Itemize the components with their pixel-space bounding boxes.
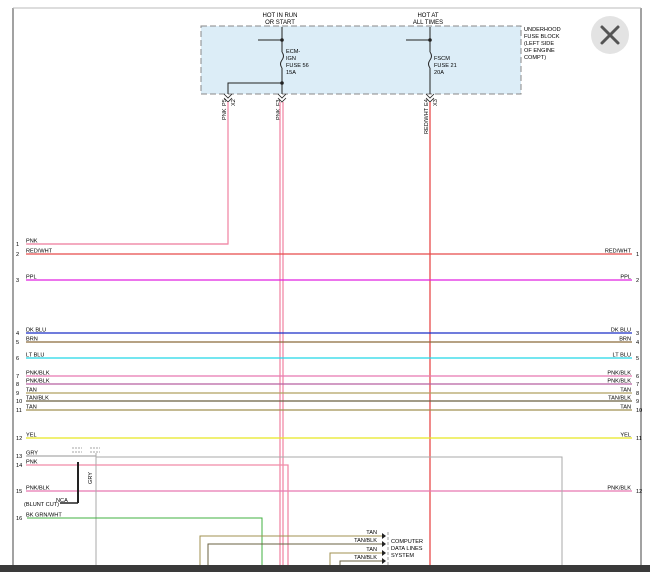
terminal-2-wire: PNK bbox=[276, 108, 282, 120]
circuit-left-number: 16 bbox=[16, 516, 22, 522]
fuse-block-box bbox=[200, 25, 522, 95]
circuit-left-number: 9 bbox=[16, 391, 19, 397]
data-system-label-1: COMPUTER bbox=[391, 539, 423, 545]
circuit-right-number: 5 bbox=[636, 356, 639, 362]
terminal-1-conn: X2 bbox=[231, 99, 237, 106]
fuse1-label-1: ECM- bbox=[286, 49, 300, 55]
circuit-right-number: 1 bbox=[636, 252, 639, 258]
data-arrow-2 bbox=[382, 541, 386, 547]
circuit-right-number: 3 bbox=[636, 331, 639, 337]
terminal-1-pin: P5 bbox=[222, 99, 228, 106]
circuit-right-number: 12 bbox=[636, 489, 642, 495]
fuse-block: HOT IN RUN OR START HOT AT ALL TIMES UND… bbox=[200, 13, 561, 103]
pnk-feed-p5 bbox=[27, 102, 229, 245]
fuse-block-location-4: OF ENGINE bbox=[524, 48, 555, 54]
circuit-left-number: 7 bbox=[16, 374, 19, 380]
circuit-left-number: 3 bbox=[16, 278, 19, 284]
fuse1-label-2: IGN bbox=[286, 56, 296, 62]
circuit-right-label: RED/WHT bbox=[605, 249, 632, 255]
hot-run-label-2: OR START bbox=[265, 20, 295, 26]
circuit-left-number: 2 bbox=[16, 252, 19, 258]
circuit-right-label: BRN bbox=[619, 337, 631, 343]
circuit-right-label: TAN bbox=[620, 388, 631, 394]
hot-always-label-1: HOT AT bbox=[417, 13, 438, 19]
terminal-3-wire: RED/WHT bbox=[424, 107, 430, 134]
terminal-1-wire: PNK bbox=[222, 108, 228, 120]
wiring-diagram: HOT IN RUN OR START HOT AT ALL TIMES UND… bbox=[12, 7, 642, 572]
data-system-label-2: DATA LINES bbox=[391, 546, 423, 552]
circuit-left-number: 13 bbox=[16, 454, 22, 460]
circuit-right-label: TAN/BLK bbox=[608, 396, 631, 402]
fuse2-label-1: FSCM bbox=[434, 56, 450, 62]
fuse1-split-node bbox=[280, 81, 284, 85]
circuit-left-number: 6 bbox=[16, 356, 19, 362]
circuit-lines: 1PNK2RED/WHT RED/WHT13PPL PPL24DK BLU DK BL… bbox=[16, 239, 642, 523]
circuit-right-number: 10 bbox=[636, 408, 642, 414]
close-icon bbox=[600, 25, 620, 45]
busbar-run-node bbox=[280, 38, 284, 42]
circuit-left-number: 14 bbox=[16, 463, 22, 469]
gry-vertical-label: GRY bbox=[88, 472, 94, 484]
circuit-right-number: 2 bbox=[636, 278, 639, 284]
circuit-right-number: 8 bbox=[636, 391, 639, 397]
blunt-cut-label: (BLUNT CUT) bbox=[24, 502, 59, 508]
data-system-label-3: SYSTEM bbox=[391, 553, 414, 559]
circuit-right-number: 4 bbox=[636, 340, 639, 346]
busbar-always-node bbox=[428, 38, 432, 42]
circuit-right-label: PNK/BLK bbox=[607, 486, 631, 492]
splice-area: GRY NCA (BLUNT CUT) bbox=[24, 447, 563, 572]
gry-return bbox=[96, 456, 563, 572]
circuit-right-label: PNK/BLK bbox=[607, 371, 631, 377]
splice-connector bbox=[72, 447, 100, 453]
circuit-right-label: LT BLU bbox=[613, 353, 631, 359]
terminal-3-pin: E4 bbox=[424, 99, 430, 106]
fuse1-label-3: FUSE 56 bbox=[286, 63, 309, 69]
circuit-right-number: 9 bbox=[636, 399, 639, 405]
circuit-left-number: 15 bbox=[16, 489, 22, 495]
data-line-label-4: TAN/BLK bbox=[354, 555, 377, 561]
circuit-right-label: YEL bbox=[620, 433, 631, 439]
circuit-right-label: PPL bbox=[620, 275, 631, 281]
circuit-right-number: 11 bbox=[636, 436, 642, 442]
fuse-block-location-2: FUSE BLOCK bbox=[524, 34, 560, 40]
circuit-left-number: 5 bbox=[16, 340, 19, 346]
circuit-left-number: 4 bbox=[16, 331, 19, 337]
data-line-label-2: TAN/BLK bbox=[354, 538, 377, 544]
terminal-2-pin: F3 bbox=[276, 99, 282, 106]
circuit-right-number: 6 bbox=[636, 374, 639, 380]
close-button[interactable] bbox=[591, 16, 629, 54]
circuit-left-number: 1 bbox=[16, 242, 19, 248]
circuit-right-number: 7 bbox=[636, 382, 639, 388]
circuit-left-number: 8 bbox=[16, 382, 19, 388]
data-line-label-3: TAN bbox=[366, 547, 377, 553]
circuit-right-label: DK BLU bbox=[611, 328, 631, 334]
bk-grn-run bbox=[27, 517, 263, 572]
circuit-left-number: 10 bbox=[16, 399, 22, 405]
data-arrow-3 bbox=[382, 550, 386, 556]
hot-run-label-1: HOT IN RUN bbox=[263, 13, 298, 19]
circuit-right-label: TAN bbox=[620, 405, 631, 411]
circuit-left-number: 12 bbox=[16, 436, 22, 442]
bottom-toolbar-strip bbox=[0, 565, 650, 572]
hot-always-label-2: ALL TIMES bbox=[413, 20, 443, 26]
data-arrow-4 bbox=[382, 558, 386, 564]
data-arrow-1 bbox=[382, 533, 386, 539]
circuit-right-label: PNK/BLK bbox=[607, 379, 631, 385]
terminal-3-conn: X3 bbox=[433, 99, 439, 106]
fuse-block-location-3: (LEFT SIDE bbox=[524, 41, 554, 47]
fuse1-label-4: 15A bbox=[286, 70, 296, 76]
circuit-left-number: 11 bbox=[16, 408, 22, 414]
fuse-block-location-1: UNDERHOOD bbox=[524, 27, 561, 33]
fuse-block-location-5: COMPT) bbox=[524, 55, 546, 61]
data-line-label-1: TAN bbox=[366, 530, 377, 536]
fuse2-label-2: FUSE 21 bbox=[434, 63, 457, 69]
fuse2-label-3: 20A bbox=[434, 70, 444, 76]
